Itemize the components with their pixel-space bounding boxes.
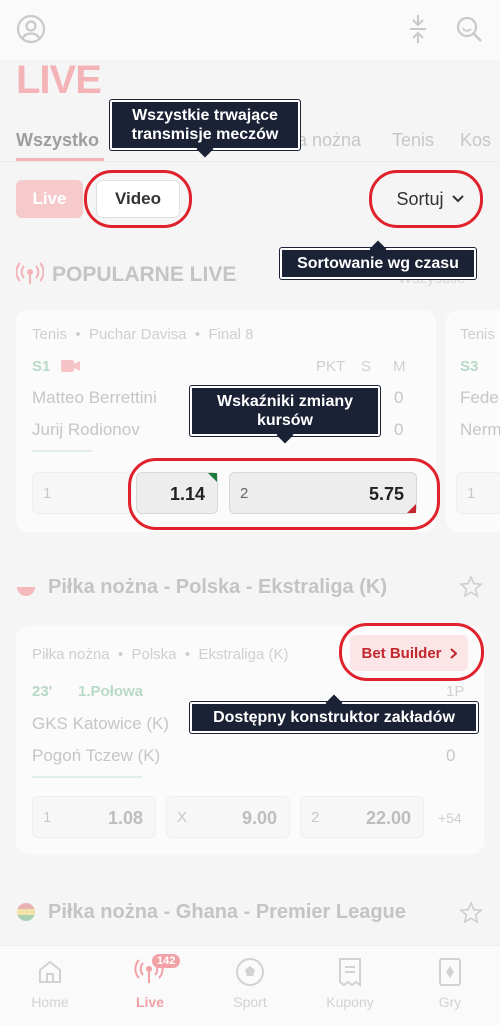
tooltip-odds-change: Wskaźniki zmiany kursów <box>190 386 380 436</box>
nav-coupons[interactable]: Kupony <box>300 946 400 1025</box>
sort-highlight-ring <box>369 170 483 228</box>
soccer-ball-icon <box>236 958 264 986</box>
progress-line <box>32 450 92 452</box>
team-home: Matteo Berrettini <box>32 388 157 407</box>
live-page: LIVE Wszystko Piłka nożna Tenis Kos Live… <box>0 0 500 1025</box>
next-match-meta: Tenis <box>460 326 496 343</box>
odd-label-home: 1 <box>43 809 52 826</box>
odds-highlight-ring <box>128 458 440 530</box>
nav-live-label: Live <box>135 994 164 1010</box>
star-icon-ghana[interactable] <box>458 900 484 926</box>
nav-live[interactable]: 142 Live <box>100 946 200 1025</box>
nav-games[interactable]: Gry <box>400 946 500 1025</box>
team-away: Jurij Rodionov <box>32 420 140 439</box>
tab-all[interactable]: Wszystko <box>16 130 99 151</box>
top-bar <box>0 0 500 60</box>
next-team-away: Nerm <box>460 420 500 439</box>
nav-sport[interactable]: Sport <box>200 946 300 1025</box>
cards-icon <box>439 958 461 986</box>
live-filter-chip[interactable]: Live <box>16 180 83 218</box>
odd-value-away: 22.00 <box>365 808 411 828</box>
odd-label: 1 <box>43 485 52 502</box>
next-match-card[interactable]: Tenis S3 Fede Nerm 1 <box>446 310 500 532</box>
broadcast-icon <box>15 262 45 291</box>
set-indicator: S1 <box>32 358 51 375</box>
league-title-ghana: Piłka nożna - Ghana - Premier League <box>48 901 406 923</box>
match-meta: Tenis • Puchar Davisa • Final 8 <box>32 326 254 343</box>
active-tab-indicator <box>16 158 104 161</box>
score-header-m: M <box>393 358 406 375</box>
video-highlight-ring <box>84 170 192 228</box>
match-meta-football: Piłka nożna • Polska • Ekstraliga (K) <box>32 646 289 663</box>
next-odd-label: 1 <box>467 485 476 502</box>
live-count-badge: 142 <box>152 954 181 968</box>
bottom-nav: Home 142 Live Sport Kupony Gry <box>0 945 500 1025</box>
bet-builder-highlight-ring <box>339 623 484 681</box>
odd-value-draw: 9.00 <box>241 808 277 828</box>
odd-label-draw: X <box>177 809 188 826</box>
search-icon[interactable] <box>452 12 486 46</box>
score-header-pkt: PKT <box>316 358 346 375</box>
tooltip-sort: Sortowanie wg czasu <box>280 248 476 279</box>
match-time: 23' <box>32 683 53 700</box>
odd-value-home: 1.08 <box>107 808 143 828</box>
star-icon[interactable] <box>458 574 484 600</box>
team-away-score: 0 <box>394 420 404 439</box>
match-period: 1.Połowa <box>78 683 144 700</box>
popular-live-title: POPULARNE LIVE <box>52 263 237 286</box>
tab-tennis[interactable]: Tenis <box>392 130 434 151</box>
period-short: 1P <box>446 683 465 700</box>
team-away-football-score: 0 <box>446 746 456 765</box>
user-icon[interactable] <box>14 12 48 46</box>
team-away-football: Pogoń Tczew (K) <box>32 746 161 765</box>
home-icon <box>39 960 61 983</box>
nav-home[interactable]: Home <box>0 946 100 1025</box>
video-camera-icon <box>60 357 82 375</box>
team-home-football: GKS Katowice (K) <box>32 714 169 733</box>
next-odd-button[interactable]: 1 <box>456 472 500 514</box>
page-title: LIVE <box>16 58 102 102</box>
odd-button-draw[interactable]: X 9.00 <box>166 796 290 838</box>
team-home-score: 0 <box>394 388 404 407</box>
nav-games-label: Gry <box>438 994 462 1010</box>
coupon-icon <box>339 958 361 987</box>
odd-button-home[interactable]: 1 1.08 <box>32 796 156 838</box>
tooltip-bet-builder: Dostępny konstruktor zakładów <box>190 702 478 733</box>
odd-placeholder: 1 <box>32 472 132 514</box>
odd-label-away: 2 <box>311 809 320 826</box>
tab-basketball[interactable]: Kos <box>460 130 491 151</box>
score-header-s: S <box>361 358 372 375</box>
odd-button-away[interactable]: 2 22.00 <box>300 796 424 838</box>
next-team-home: Fede <box>460 388 499 407</box>
collapse-icon[interactable] <box>404 12 432 46</box>
progress-line-football <box>32 776 142 778</box>
nav-coupons-label: Kupony <box>326 994 374 1010</box>
nav-sport-label: Sport <box>233 994 267 1010</box>
more-markets-link[interactable]: +54 <box>438 810 462 826</box>
nav-home-label: Home <box>31 994 69 1010</box>
tooltip-streams: Wszystkie trwające transmisje meczów <box>110 100 300 150</box>
ghana-flag-icon <box>16 902 36 927</box>
league-title-poland: Piłka nożna - Polska - Ekstraliga (K) <box>48 576 387 598</box>
poland-flag-icon <box>16 577 36 602</box>
next-set-indicator: S3 <box>460 358 479 375</box>
